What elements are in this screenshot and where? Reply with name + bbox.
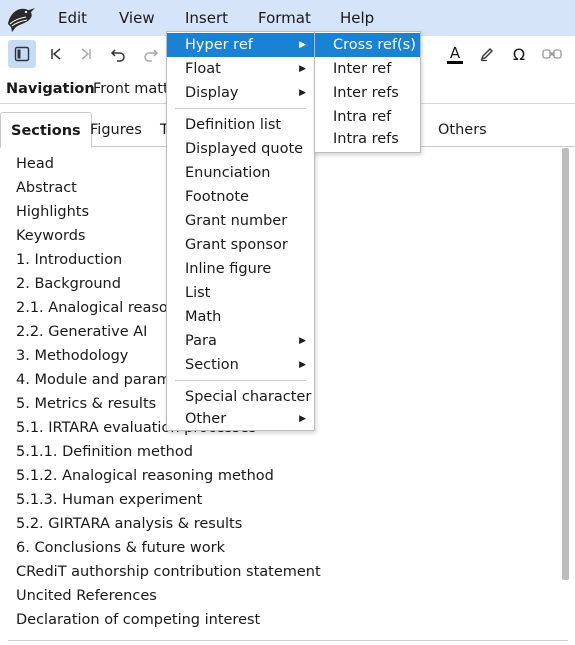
list-item[interactable]: 2.2. Generative AI	[16, 324, 147, 340]
menu-format[interactable]: Format	[258, 9, 311, 27]
list-item[interactable]: 6. Conclusions & future work	[16, 540, 225, 556]
bird-logo-icon	[8, 8, 35, 32]
menu-item-label: Inter ref	[333, 61, 392, 77]
list-item[interactable]: 5. Metrics & results	[16, 396, 156, 412]
text-color-icon[interactable]: A	[441, 40, 469, 68]
menu-item-math[interactable]: Math	[167, 305, 314, 329]
list-item[interactable]: 3. Methodology	[16, 348, 128, 364]
menu-item-label: Special character	[185, 389, 312, 405]
menu-item-intra-refs[interactable]: Intra refs	[315, 127, 420, 151]
menu-item-label: Inter refs	[333, 85, 399, 101]
menu-separator	[175, 380, 306, 381]
menu-item-list[interactable]: List	[167, 281, 314, 305]
menu-item-label: Display	[185, 85, 239, 101]
menu-separator	[175, 108, 306, 109]
menu-item-cross-refs[interactable]: Cross ref(s)	[315, 33, 420, 57]
chevron-right-icon: ▶	[299, 336, 306, 346]
menu-item-label: Definition list	[185, 117, 282, 133]
list-item[interactable]: 2. Background	[16, 276, 121, 292]
menu-item-float[interactable]: Float ▶	[167, 57, 314, 81]
skip-back-icon[interactable]	[42, 40, 70, 68]
menu-item-inter-ref[interactable]: Inter ref	[315, 57, 420, 81]
text-color-letter: A	[449, 43, 461, 62]
menu-item-label: Math	[185, 309, 222, 325]
redo-icon[interactable]	[137, 40, 165, 68]
list-item[interactable]: 5.2. GIRTARA analysis & results	[16, 516, 242, 532]
menu-item-label: Section	[185, 357, 239, 373]
list-item[interactable]: Highlights	[16, 204, 89, 220]
menu-item-label: Cross ref(s)	[333, 37, 416, 53]
menu-item-label: Grant sponsor	[185, 237, 288, 253]
hyper-ref-submenu: Cross ref(s) Inter ref Inter refs Intra …	[314, 31, 421, 153]
sidebar-toggle-icon[interactable]	[8, 40, 36, 68]
tab-figures[interactable]: Figures	[80, 112, 152, 148]
tab-sections[interactable]: Sections	[0, 112, 92, 148]
list-item[interactable]: Keywords	[16, 228, 85, 244]
chevron-right-icon: ▶	[299, 360, 306, 370]
menu-item-grant-number[interactable]: Grant number	[167, 209, 314, 233]
menu-item-label: Float	[185, 61, 221, 77]
list-item[interactable]: Abstract	[16, 180, 77, 196]
menu-item-label: Grant number	[185, 213, 288, 229]
omega-icon[interactable]: Ω	[505, 40, 533, 68]
menu-item-label: Para	[185, 333, 217, 349]
undo-icon[interactable]	[104, 40, 132, 68]
menu-item-label: Inline figure	[185, 261, 272, 277]
menu-item-hyper-ref[interactable]: Hyper ref ▶	[167, 33, 314, 57]
list-item[interactable]: Head	[16, 156, 54, 172]
highlighter-icon[interactable]	[473, 40, 501, 68]
menu-help[interactable]: Help	[340, 9, 374, 27]
menu-view[interactable]: View	[119, 9, 155, 27]
insert-menu: Hyper ref ▶ Float ▶ Display ▶ Definition…	[166, 31, 315, 431]
menu-item-label: Intra ref	[333, 109, 392, 125]
menu-item-inline-figure[interactable]: Inline figure	[167, 257, 314, 281]
menu-item-label: List	[185, 285, 211, 301]
tab-others[interactable]: Others	[428, 112, 497, 148]
menu-item-para[interactable]: Para ▶	[167, 329, 314, 353]
menu-item-intra-ref[interactable]: Intra ref	[315, 105, 420, 129]
menu-item-other[interactable]: Other ▶	[167, 407, 314, 431]
link-off-icon[interactable]	[538, 40, 566, 68]
menu-item-label: Displayed quote	[185, 141, 304, 157]
omega-symbol: Ω	[512, 44, 526, 64]
scrollbar[interactable]	[562, 148, 569, 580]
menu-item-enunciation[interactable]: Enunciation	[167, 161, 314, 185]
divider	[8, 640, 568, 641]
menu-item-special-character[interactable]: Special character	[167, 385, 314, 409]
menu-item-section[interactable]: Section ▶	[167, 353, 314, 377]
menu-item-label: Other	[185, 411, 227, 427]
chevron-right-icon: ▶	[299, 64, 306, 74]
menu-item-footnote[interactable]: Footnote	[167, 185, 314, 209]
tab-navigation[interactable]: Navigation	[6, 81, 95, 97]
menu-item-label: Hyper ref	[185, 37, 253, 53]
menu-item-label: Intra refs	[333, 131, 399, 147]
menu-item-inter-refs[interactable]: Inter refs	[315, 81, 420, 105]
list-item[interactable]: Declaration of competing interest	[16, 612, 260, 628]
list-item[interactable]: CRediT authorship contribution statement	[16, 564, 321, 580]
menu-insert[interactable]: Insert	[185, 9, 228, 27]
chevron-right-icon: ▶	[299, 88, 306, 98]
list-item[interactable]: Uncited References	[16, 588, 157, 604]
menu-item-definition-list[interactable]: Definition list	[167, 113, 314, 137]
menu-item-label: Footnote	[185, 189, 249, 205]
menu-item-label: Enunciation	[185, 165, 271, 181]
menu-item-grant-sponsor[interactable]: Grant sponsor	[167, 233, 314, 257]
menu-item-displayed-quote[interactable]: Displayed quote	[167, 137, 314, 161]
list-item[interactable]: 1. Introduction	[16, 252, 122, 268]
menu-item-display[interactable]: Display ▶	[167, 81, 314, 105]
list-item[interactable]: 5.1.2. Analogical reasoning method	[16, 468, 274, 484]
list-item[interactable]: 5.1.1. Definition method	[16, 444, 193, 460]
list-item[interactable]: 5.1.3. Human experiment	[16, 492, 202, 508]
menu-edit[interactable]: Edit	[58, 9, 87, 27]
chevron-right-icon: ▶	[299, 40, 306, 50]
skip-forward-icon[interactable]	[72, 40, 100, 68]
chevron-right-icon: ▶	[299, 414, 306, 424]
